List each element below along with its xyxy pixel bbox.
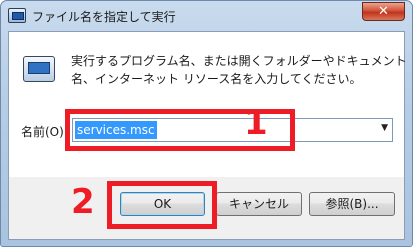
instructions-text: 実行するプログラム名、または開くフォルダーやドキュメント 名、インターネット リ…: [71, 52, 407, 88]
run-app-icon: [8, 8, 26, 23]
run-dialog-window: ファイル名を指定して実行 ✕ 実行するプログラム名、または開くフォルダーやドキュ…: [0, 0, 413, 247]
step-1-label: 1: [244, 103, 268, 143]
highlight-box-step2: [107, 181, 217, 229]
content-area: 実行するプログラム名、または開くフォルダーやドキュメント 名、インターネット リ…: [9, 32, 407, 177]
close-button[interactable]: ✕: [362, 2, 405, 21]
name-label: 名前(O):: [21, 125, 68, 139]
chevron-down-icon[interactable]: ▼: [381, 123, 388, 133]
browse-button[interactable]: 参照(B)...: [309, 192, 395, 216]
step-2-label: 2: [71, 182, 95, 222]
dialog-client-area: 実行するプログラム名、または開くフォルダーやドキュメント 名、インターネット リ…: [8, 31, 407, 240]
run-icon: [23, 56, 55, 82]
instructions-line-1: 実行するプログラム名、または開くフォルダーやドキュメント: [71, 54, 407, 68]
instructions-line-2: 名、インターネット リソース名を入力してください。: [71, 72, 362, 86]
window-title: ファイル名を指定して実行: [32, 10, 176, 24]
title-bar: ファイル名を指定して実行 ✕: [1, 1, 412, 31]
cancel-button[interactable]: キャンセル: [216, 192, 302, 216]
